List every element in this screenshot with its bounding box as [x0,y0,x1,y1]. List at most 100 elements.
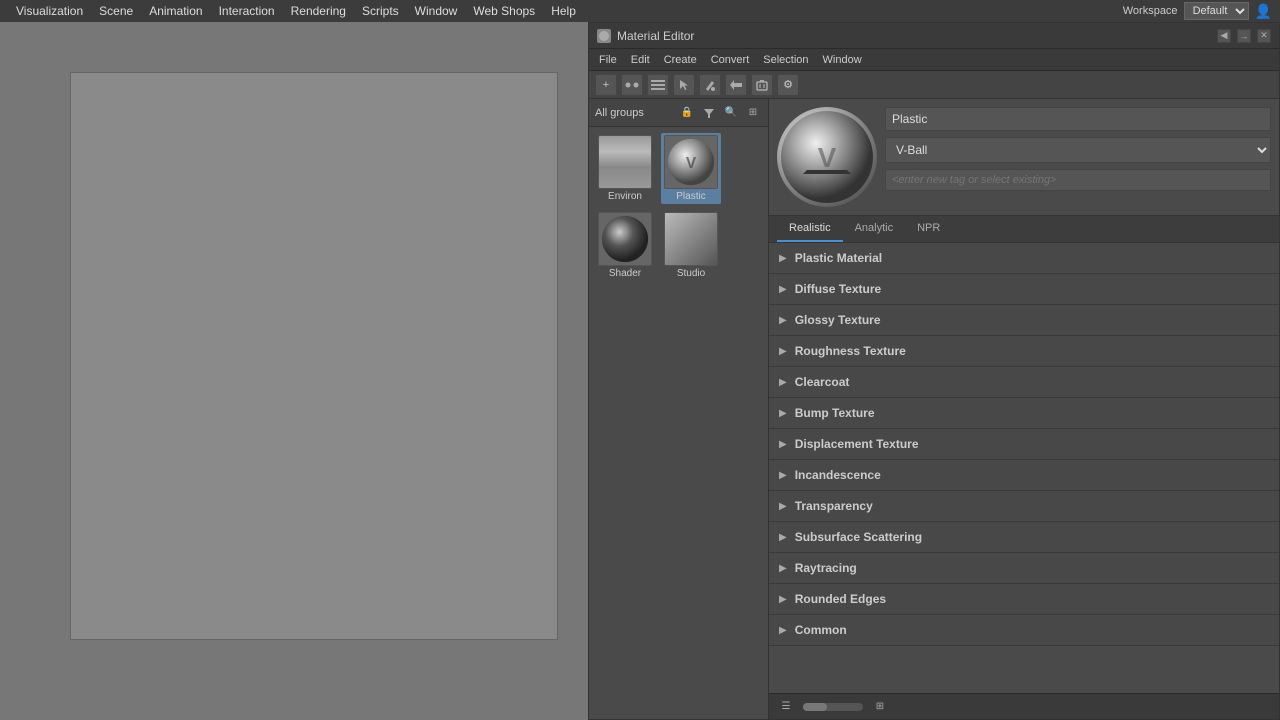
menu-interaction[interactable]: Interaction [211,2,283,20]
material-preview-sphere: V [777,107,877,207]
material-item-shader[interactable]: Shader [595,210,655,281]
add-material-button[interactable]: + [595,74,617,96]
material-item-environ[interactable]: Environ [595,133,655,204]
chevron-right-icon: ▶ [779,563,787,574]
section-roughness-texture-header[interactable]: ▶ Roughness Texture [769,336,1279,366]
plastic-label: Plastic [676,191,705,202]
material-item-studio[interactable]: Studio [661,210,721,281]
environ-thumbnail [598,135,652,189]
section-rounded-edges-header[interactable]: ▶ Rounded Edges [769,584,1279,614]
delete-button[interactable] [751,74,773,96]
shader-label: Shader [609,268,641,279]
section-roughness-texture-label: Roughness Texture [795,344,906,358]
material-preview-header: V V-Ball Cube Plane [769,99,1279,216]
workspace-select[interactable]: Default [1184,2,1249,20]
section-transparency: ▶ Transparency [769,491,1279,522]
section-transparency-header[interactable]: ▶ Transparency [769,491,1279,521]
top-menu-bar: Visualization Scene Animation Interactio… [0,0,1280,22]
workspace-label: Workspace [1123,5,1178,17]
section-common-label: Common [795,623,847,637]
bottom-grid-icon[interactable]: ⊞ [871,698,889,716]
section-diffuse-texture-header[interactable]: ▶ Diffuse Texture [769,274,1279,304]
tab-analytic[interactable]: Analytic [843,216,906,242]
chevron-right-icon: ▶ [779,346,787,357]
mat-menu-window[interactable]: Window [817,52,868,68]
svg-text:V: V [686,155,697,172]
section-common: ▶ Common [769,615,1279,646]
section-incandescence: ▶ Incandescence [769,460,1279,491]
menu-rendering[interactable]: Rendering [283,2,354,20]
mat-menu-create[interactable]: Create [658,52,703,68]
studio-label: Studio [677,268,705,279]
section-diffuse-texture-label: Diffuse Texture [795,282,881,296]
section-incandescence-label: Incandescence [795,468,881,482]
section-plastic-material-header[interactable]: ▶ Plastic Material [769,243,1279,273]
search-icon[interactable]: 🔍 [722,104,740,122]
paint-button[interactable] [699,74,721,96]
section-rounded-edges: ▶ Rounded Edges [769,584,1279,615]
user-icon[interactable]: 👤 [1255,3,1272,20]
chevron-right-icon: ▶ [779,625,787,636]
menu-scene[interactable]: Scene [91,2,141,20]
preview-shape-select[interactable]: V-Ball Cube Plane [885,137,1271,163]
section-bump-texture-header[interactable]: ▶ Bump Texture [769,398,1279,428]
section-common-header[interactable]: ▶ Common [769,615,1279,645]
material-tag-input[interactable] [885,169,1271,191]
viewport-canvas [70,72,558,640]
chevron-right-icon: ▶ [779,501,787,512]
mat-menu-selection[interactable]: Selection [757,52,814,68]
section-raytracing-label: Raytracing [795,561,857,575]
environ-label: Environ [608,191,642,202]
tab-realistic[interactable]: Realistic [777,216,843,242]
material-item-plastic[interactable]: V Plastic [661,133,721,204]
view-toggle-button[interactable] [621,74,643,96]
list-view-button[interactable] [647,74,669,96]
material-list-header: All groups 🔒 🔍 ⊞ [589,99,768,127]
plastic-thumbnail: V [664,135,718,189]
lock-icon[interactable]: 🔒 [678,104,696,122]
material-name-input[interactable] [885,107,1271,131]
tab-npr[interactable]: NPR [905,216,952,242]
section-bump-texture-label: Bump Texture [795,406,875,420]
section-incandescence-header[interactable]: ▶ Incandescence [769,460,1279,490]
section-subsurface-scattering-header[interactable]: ▶ Subsurface Scattering [769,522,1279,552]
menu-webshops[interactable]: Web Shops [465,2,543,20]
grid-icon[interactable]: ⊞ [744,104,762,122]
section-subsurface-scattering: ▶ Subsurface Scattering [769,522,1279,553]
section-displacement-texture-header[interactable]: ▶ Displacement Texture [769,429,1279,459]
section-raytracing-header[interactable]: ▶ Raytracing [769,553,1279,583]
pin-button[interactable]: ◀ [1217,29,1231,43]
groups-label: All groups [595,107,644,119]
menu-scripts[interactable]: Scripts [354,2,407,20]
material-bottom-bar: ☰ ⊞ [769,693,1279,719]
apply-button[interactable] [725,74,747,96]
close-button[interactable]: ✕ [1257,29,1271,43]
material-editor-toolbar: + ⚙ [589,71,1279,99]
studio-thumbnail [664,212,718,266]
menu-visualization[interactable]: Visualization [8,2,91,20]
section-subsurface-scattering-label: Subsurface Scattering [795,530,922,544]
filter-icon[interactable] [700,104,718,122]
more-options-button[interactable]: ⚙ [777,74,799,96]
material-list-panel: All groups 🔒 🔍 ⊞ Environ [589,99,769,719]
chevron-right-icon: ▶ [779,470,787,481]
section-clearcoat-header[interactable]: ▶ Clearcoat [769,367,1279,397]
menu-help[interactable]: Help [543,2,584,20]
bottom-list-icon[interactable]: ☰ [777,698,795,716]
float-button[interactable]: → [1237,29,1251,43]
section-diffuse-texture: ▶ Diffuse Texture [769,274,1279,305]
chevron-right-icon: ▶ [779,253,787,264]
mat-menu-file[interactable]: File [593,52,623,68]
zoom-slider[interactable] [803,703,863,711]
material-properties-panel: V V-Ball Cube Plane Realistic Analytic [769,99,1279,719]
material-editor-titlebar: Material Editor ◀ → ✕ [589,23,1279,49]
chevron-right-icon: ▶ [779,284,787,295]
material-editor-menubar: File Edit Create Convert Selection Windo… [589,49,1279,71]
mat-menu-edit[interactable]: Edit [625,52,656,68]
select-tool-button[interactable] [673,74,695,96]
menu-animation[interactable]: Animation [141,2,210,20]
material-editor-icon [597,29,611,43]
mat-menu-convert[interactable]: Convert [705,52,756,68]
section-glossy-texture-header[interactable]: ▶ Glossy Texture [769,305,1279,335]
menu-window[interactable]: Window [407,2,466,20]
